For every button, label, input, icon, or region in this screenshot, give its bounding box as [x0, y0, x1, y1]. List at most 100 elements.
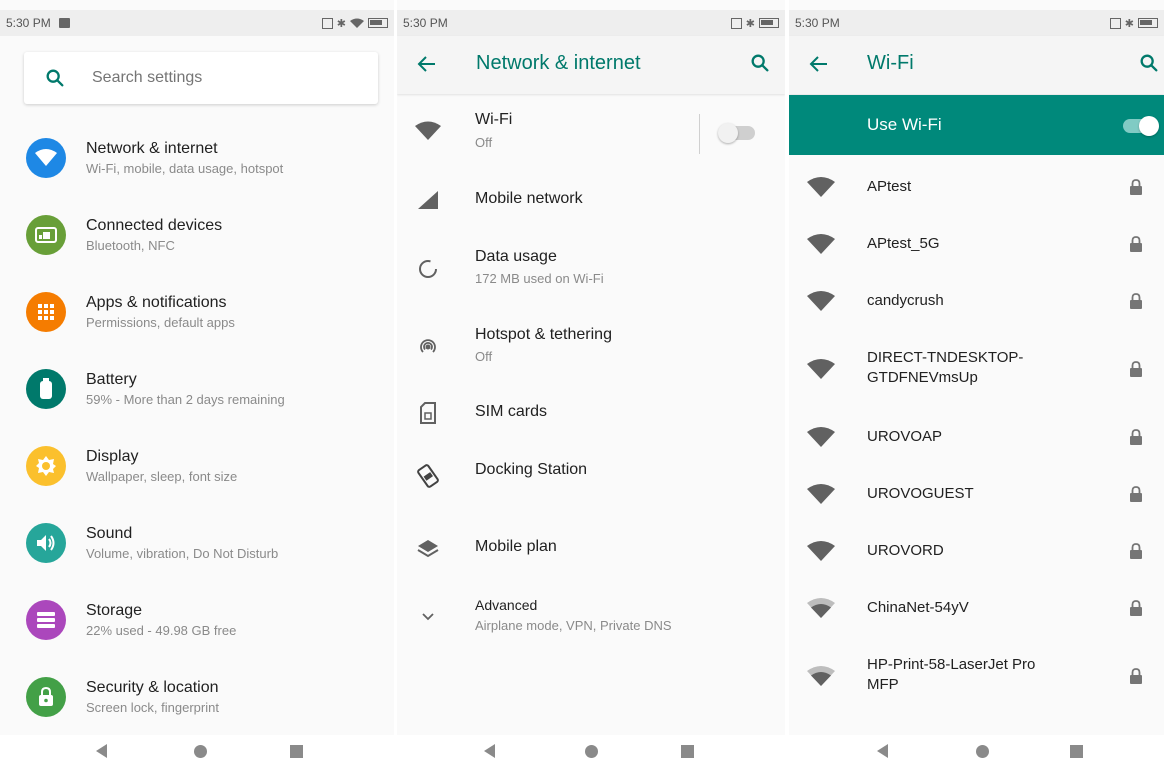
hotspot-title: Hotspot & tethering: [475, 326, 612, 343]
status-bar: 5:30 PM ✱: [0, 10, 394, 36]
battery-status-icon: [759, 18, 779, 28]
mobile-network-row[interactable]: Mobile network: [397, 170, 785, 230]
wifi-network-row[interactable]: APtest: [789, 159, 1164, 216]
hotspot-row[interactable]: Hotspot & tethering Off: [397, 316, 785, 376]
settings-item-subtitle: 22% used - 49.98 GB free: [86, 622, 237, 638]
nav-home-icon[interactable]: [194, 745, 207, 758]
lock-icon: [1130, 543, 1142, 559]
network-internet-screen: 5:30 PM ✱ Network & internet Wi-Fi Off M…: [397, 0, 785, 767]
battery-status-icon: [1138, 18, 1158, 28]
data-usage-row[interactable]: Data usage 172 MB used on Wi-Fi: [397, 238, 785, 298]
wifi-network-row[interactable]: HP-Print-58-LaserJet Pro MFP: [789, 643, 1164, 709]
status-icons: ✱: [321, 17, 388, 30]
nav-recents-icon[interactable]: [1070, 745, 1083, 758]
divider: [699, 114, 700, 154]
vibrate-icon: [1109, 17, 1121, 29]
sim-card-icon: [415, 400, 441, 426]
settings-item-network[interactable]: Network & internet Wi-Fi, mobile, data u…: [0, 128, 394, 188]
wifi-signal-medium-icon: [807, 598, 835, 618]
lock-icon: [1130, 293, 1142, 309]
status-bar: 5:30 PM ✱: [789, 10, 1164, 36]
wifi-toggle[interactable]: [718, 123, 755, 143]
nav-home-icon[interactable]: [585, 745, 598, 758]
settings-item-connected-devices[interactable]: Connected devices Bluetooth, NFC: [0, 205, 394, 265]
sim-cards-title: SIM cards: [475, 403, 548, 420]
mobile-network-title: Mobile network: [475, 190, 583, 207]
page-title: Wi-Fi: [867, 52, 914, 74]
bluetooth-icon: ✱: [336, 17, 346, 30]
status-icons: ✱: [1109, 17, 1158, 30]
status-bar: 5:30 PM ✱: [397, 10, 785, 36]
settings-item-sound[interactable]: Sound Volume, vibration, Do Not Disturb: [0, 513, 394, 573]
wifi-signal-full-icon: [807, 359, 835, 379]
wifi-ssid-line: HP-Print-58-LaserJet Pro: [867, 656, 1036, 673]
nav-home-icon[interactable]: [976, 745, 989, 758]
use-wifi-bar[interactable]: Use Wi-Fi: [789, 95, 1164, 155]
volume-icon: [26, 523, 66, 563]
settings-item-title: Apps & notifications: [86, 293, 227, 311]
battery-icon: [26, 369, 66, 409]
search-settings-bar[interactable]: Search settings: [24, 52, 378, 104]
bluetooth-icon: ✱: [745, 17, 755, 30]
nav-recents-icon[interactable]: [681, 745, 694, 758]
page-title: Network & internet: [476, 52, 641, 74]
settings-item-apps[interactable]: Apps & notifications Permissions, defaul…: [0, 282, 394, 342]
wifi-ssid: HP-Print-58-LaserJet Pro MFP: [867, 655, 1035, 695]
settings-item-display[interactable]: Display Wallpaper, sleep, font size: [0, 436, 394, 496]
wifi-signal-full-icon: [807, 484, 835, 504]
status-time: 5:30 PM: [795, 16, 840, 30]
settings-item-storage[interactable]: Storage 22% used - 49.98 GB free: [0, 590, 394, 650]
docking-station-icon: [415, 463, 441, 489]
settings-item-subtitle: Wallpaper, sleep, font size: [86, 468, 238, 484]
wifi-ssid: APtest: [867, 178, 912, 195]
wifi-network-row[interactable]: DIRECT-TNDESKTOP- GTDFNEVmsUp: [789, 336, 1164, 402]
advanced-subtitle: Airplane mode, VPN, Private DNS: [475, 618, 672, 633]
wifi-ssid: UROVOAP: [867, 428, 943, 445]
mobile-plan-row[interactable]: Mobile plan: [397, 518, 785, 578]
use-wifi-toggle[interactable]: [1123, 116, 1159, 136]
back-arrow-icon[interactable]: [807, 52, 831, 76]
layers-icon: [415, 536, 441, 562]
wifi-network-row[interactable]: APtest_5G: [789, 216, 1164, 273]
brightness-icon: [26, 446, 66, 486]
settings-screen: 5:30 PM ✱ Search settings Network & inte…: [0, 0, 394, 767]
nav-recents-icon[interactable]: [290, 745, 303, 758]
settings-item-security[interactable]: Security & location Screen lock, fingerp…: [0, 667, 394, 727]
wifi-network-row[interactable]: candycrush: [789, 273, 1164, 330]
wifi-row[interactable]: Wi-Fi Off: [397, 102, 785, 162]
settings-item-battery[interactable]: Battery 59% - More than 2 days remaining: [0, 359, 394, 419]
wifi-network-row[interactable]: UROVOAP: [789, 409, 1164, 466]
wifi-network-row[interactable]: ChinaNet-54yV: [789, 580, 1164, 637]
search-placeholder: Search settings: [92, 69, 203, 86]
search-icon[interactable]: [749, 52, 771, 74]
nav-back-icon[interactable]: [484, 744, 495, 758]
nav-back-icon[interactable]: [877, 744, 888, 758]
docking-station-row[interactable]: Docking Station: [397, 441, 785, 501]
advanced-row[interactable]: Advanced Airplane mode, VPN, Private DNS: [397, 587, 785, 647]
back-arrow-icon[interactable]: [415, 52, 439, 76]
hotspot-icon: [415, 334, 441, 360]
wifi-ssid-line: MFP: [867, 676, 899, 693]
wifi-ssid-line: GTDFNEVmsUp: [867, 369, 978, 386]
settings-item-title: Security & location: [86, 678, 219, 696]
wifi-network-row[interactable]: UROVORD: [789, 523, 1164, 580]
wifi-ssid: UROVOGUEST: [867, 485, 974, 502]
wifi-signal-full-icon: [807, 291, 835, 311]
lock-icon: [1130, 600, 1142, 616]
wifi-ssid: UROVORD: [867, 542, 944, 559]
nav-back-icon[interactable]: [96, 744, 107, 758]
nav-bar: [397, 735, 785, 767]
settings-item-subtitle: Volume, vibration, Do Not Disturb: [86, 545, 279, 561]
wifi-network-row[interactable]: UROVOGUEST: [789, 466, 1164, 523]
storage-icon: [26, 600, 66, 640]
sim-cards-row[interactable]: SIM cards: [397, 383, 785, 443]
wifi-ssid: ChinaNet-54yV: [867, 599, 969, 616]
lock-icon: [1130, 236, 1142, 252]
devices-icon: [26, 215, 66, 255]
settings-item-subtitle: Wi-Fi, mobile, data usage, hotspot: [86, 160, 284, 176]
settings-item-title: Battery: [86, 370, 137, 388]
toggle-knob: [718, 123, 738, 143]
search-icon[interactable]: [1138, 52, 1160, 74]
wifi-icon: [415, 118, 441, 144]
nav-bar: [0, 735, 394, 767]
